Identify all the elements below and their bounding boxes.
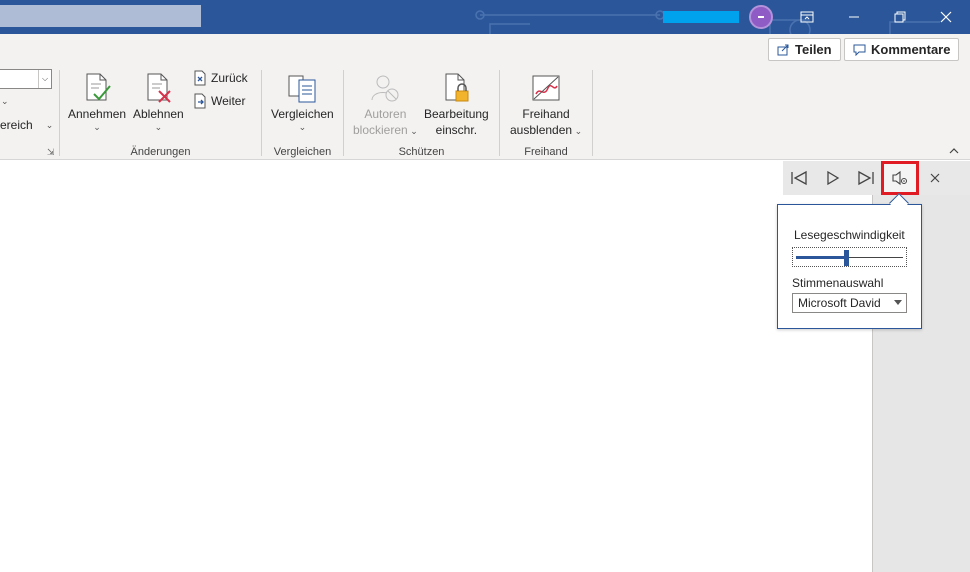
reject-change-icon xyxy=(147,73,172,103)
next-change-label: Weiter xyxy=(211,94,246,108)
close-window-button[interactable] xyxy=(923,0,969,34)
ribbon: Teilen Kommentare ⌵ ⌄ ereich ⌄ ⇲ Annehme… xyxy=(0,34,970,160)
changes-group-label: Änderungen xyxy=(130,146,191,158)
close-icon xyxy=(940,11,952,23)
ink-group-label: Freihand xyxy=(524,146,568,158)
block-authors-label-2: blockieren ⌄ xyxy=(353,123,418,137)
accept-label: Annehmen xyxy=(68,107,127,121)
minimize-icon xyxy=(849,16,859,18)
group-divider xyxy=(261,70,262,156)
reading-speed-slider[interactable] xyxy=(792,247,907,267)
next-paragraph-icon xyxy=(858,170,874,186)
partial-combo-box[interactable]: ⌵ xyxy=(0,69,52,89)
block-authors-label-1: Autoren xyxy=(364,107,407,121)
chevron-down-icon: ⌄ xyxy=(407,126,418,136)
next-paragraph-button[interactable] xyxy=(852,164,880,192)
chevron-down-icon: ⌄ xyxy=(1,96,9,106)
title-bar xyxy=(0,0,970,34)
compare-group-label: Vergleichen xyxy=(273,146,332,158)
restrict-editing-label-2: einschr. xyxy=(435,123,478,137)
compare-icon xyxy=(288,75,316,103)
previous-paragraph-button[interactable] xyxy=(785,164,813,192)
close-read-aloud-button[interactable] xyxy=(921,164,949,192)
hide-ink-label-2: ausblenden ⌄ xyxy=(510,123,583,137)
share-label: Teilen xyxy=(795,42,832,57)
comments-label: Kommentare xyxy=(871,42,951,57)
accept-change-icon xyxy=(86,73,111,101)
hide-ink-icon xyxy=(532,75,560,101)
avatar[interactable] xyxy=(749,5,773,29)
voice-select[interactable]: Microsoft David xyxy=(792,293,907,313)
restrict-editing-label-1: Bearbeitung xyxy=(424,107,489,121)
chevron-down-icon: ⌄ xyxy=(93,122,101,132)
ribbon-display-icon xyxy=(800,11,814,23)
title-search-box[interactable] xyxy=(0,5,201,27)
speaker-settings-icon xyxy=(892,170,907,186)
comment-icon xyxy=(853,44,866,56)
read-aloud-toolbar xyxy=(783,161,970,195)
group-divider xyxy=(343,70,344,156)
reject-button[interactable]: Ablehnen ⌄ xyxy=(133,70,184,132)
read-aloud-settings-button[interactable] xyxy=(881,161,919,195)
previous-change-icon xyxy=(194,70,206,86)
comments-button[interactable]: Kommentare xyxy=(844,38,960,61)
voice-select-value: Microsoft David xyxy=(798,296,881,310)
restore-button[interactable] xyxy=(877,0,923,34)
block-authors-button[interactable]: Autoren blockieren ⌄ xyxy=(353,70,418,138)
restrict-editing-button[interactable]: Bearbeitung einschr. xyxy=(424,70,489,138)
chevron-down-icon: ⌄ xyxy=(154,122,163,132)
chevron-down-icon: ⌵ xyxy=(38,70,51,88)
read-aloud-settings-popup: Lesegeschwindigkeit Stimmenauswahl Micro… xyxy=(777,204,922,329)
play-icon xyxy=(827,170,840,186)
compare-label: Vergleichen xyxy=(271,107,334,121)
slider-thumb[interactable] xyxy=(843,250,849,266)
accept-button[interactable]: Annehmen ⌄ xyxy=(68,70,126,132)
minimize-button[interactable] xyxy=(831,0,877,34)
account-name-bar[interactable] xyxy=(663,11,739,23)
ribbon-display-button[interactable] xyxy=(784,0,830,34)
chevron-up-icon xyxy=(949,148,959,154)
previous-paragraph-icon xyxy=(791,170,807,186)
group-divider xyxy=(592,70,593,156)
compare-button[interactable]: Vergleichen ⌄ xyxy=(271,70,334,132)
document-canvas[interactable] xyxy=(0,161,872,572)
dialog-launcher-icon[interactable]: ⇲ xyxy=(47,147,55,158)
share-button[interactable]: Teilen xyxy=(768,38,841,61)
collapse-ribbon-button[interactable] xyxy=(949,146,959,158)
reject-label: Ablehnen xyxy=(133,107,184,121)
protect-group-label: Schützen xyxy=(398,146,445,158)
block-authors-icon xyxy=(371,75,399,102)
chevron-down-icon: ⌄ xyxy=(298,122,307,132)
group-divider xyxy=(499,70,500,156)
hide-ink-label-1: Freihand xyxy=(522,107,570,121)
group-divider xyxy=(59,70,60,156)
voice-label: Stimmenauswahl xyxy=(792,276,884,290)
share-icon xyxy=(777,44,789,56)
restore-icon xyxy=(894,11,906,23)
play-button[interactable] xyxy=(819,164,847,192)
partial-area-button[interactable]: ereich ⌄ xyxy=(0,118,53,132)
restrict-editing-icon xyxy=(445,73,469,102)
slider-fill xyxy=(796,256,847,259)
next-change-icon xyxy=(194,93,206,109)
previous-change-label: Zurück xyxy=(211,71,248,85)
hide-ink-button[interactable]: Freihand ausblenden ⌄ xyxy=(510,70,582,138)
previous-change-button[interactable]: Zurück xyxy=(192,70,248,86)
chevron-down-icon: ⌄ xyxy=(45,120,54,130)
next-change-button[interactable]: Weiter xyxy=(192,93,245,109)
partial-area-label: ereich xyxy=(0,118,33,132)
chevron-down-icon xyxy=(894,300,902,305)
chevron-down-icon: ⌄ xyxy=(572,126,583,136)
close-icon xyxy=(930,173,940,183)
speed-label: Lesegeschwindigkeit xyxy=(794,228,905,242)
partial-dropdown[interactable]: ⌄ xyxy=(1,96,9,106)
